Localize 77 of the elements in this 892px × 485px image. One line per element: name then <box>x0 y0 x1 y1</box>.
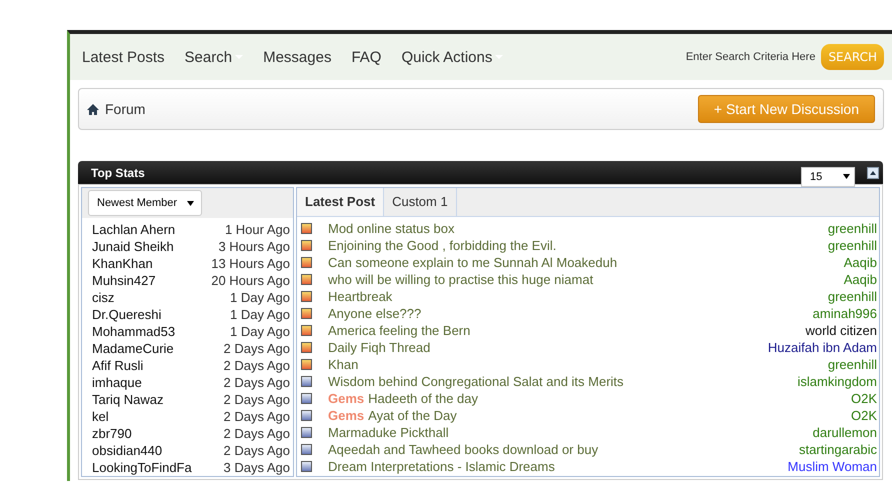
join-time: 2 Days Ago <box>224 340 290 357</box>
join-time: 1 Day Ago <box>230 323 290 340</box>
member-name[interactable]: Junaid Sheikh <box>92 238 174 255</box>
member-name[interactable]: cisz <box>92 289 114 306</box>
join-time: 1 Hour Ago <box>224 221 290 238</box>
thread-title[interactable]: Aqeedah and Tawheed books download or buy <box>328 442 799 457</box>
join-time: 3 Hours Ago <box>218 238 290 255</box>
thread-title[interactable]: Khan <box>328 357 828 372</box>
thread-title[interactable]: America feeling the Bern <box>328 323 806 338</box>
thread-title[interactable]: Wisdom behind Congregational Salat and its Merits <box>328 374 798 389</box>
member-name[interactable]: Mohammad53 <box>92 323 176 340</box>
author-name[interactable]: aminah996 <box>812 306 877 321</box>
thread-title[interactable]: Enjoining the Good , forbidding the Evil. <box>328 238 828 253</box>
join-time: 2 Days Ago <box>224 357 290 374</box>
nav-link[interactable]: Messages <box>263 48 332 66</box>
thread-title[interactable]: Gems Ayat of the Day <box>328 408 851 423</box>
author-name[interactable]: Huzaifah ibn Adam <box>768 340 877 355</box>
author-name[interactable]: islamkingdom <box>798 374 877 389</box>
member-name[interactable]: KhanKhan <box>92 255 153 272</box>
member-name[interactable]: zbr790 <box>92 425 132 442</box>
member-name[interactable]: MadameCurie <box>92 340 174 357</box>
join-time: 1 Day Ago <box>230 306 290 323</box>
thread-title[interactable]: Dream Interpretations - Islamic Dreams <box>328 459 788 474</box>
author-name[interactable]: greenhill <box>828 238 877 253</box>
join-time: 2 Days Ago <box>224 408 290 425</box>
thread-title[interactable]: who will be willing to practise this huge niamat <box>328 272 844 287</box>
thread-title[interactable]: Daily Fiqh Thread <box>328 340 768 355</box>
author-name[interactable]: O2K <box>850 391 877 406</box>
author-name[interactable]: Aaqib <box>844 255 877 270</box>
author-name[interactable]: startingarabic <box>798 442 877 457</box>
tab[interactable]: Latest Post <box>297 188 384 216</box>
join-time: 13 Hours Ago <box>211 255 290 272</box>
author-name[interactable]: darullemon <box>812 425 877 440</box>
panel-title: Top Stats <box>91 166 146 180</box>
nav-link[interactable]: Latest Posts <box>82 48 165 66</box>
join-time: 1 Day Ago <box>230 289 290 306</box>
member-name[interactable]: Muhsin427 <box>92 272 156 289</box>
join-time: 2 Days Ago <box>224 442 290 459</box>
member-select[interactable]: Newest Member <box>88 190 202 216</box>
home-icon[interactable] <box>87 104 99 114</box>
member-name[interactable]: Afif Rusli <box>92 357 144 374</box>
join-time: 3 Days Ago <box>224 459 290 476</box>
author-name[interactable]: greenhill <box>828 221 877 236</box>
collapse-button[interactable] <box>867 166 879 178</box>
author-name[interactable]: greenhill <box>828 289 877 304</box>
nav-link[interactable]: FAQ <box>351 48 382 66</box>
thread-title[interactable]: Anyone else??? <box>328 306 813 321</box>
member-name[interactable]: Tariq Nawaz <box>92 391 164 408</box>
join-time: 2 Days Ago <box>224 391 290 408</box>
nav-link[interactable]: Quick Actions <box>401 48 504 66</box>
author-name[interactable]: greenhill <box>828 357 877 372</box>
thread-title[interactable]: Mod online status box <box>328 221 828 236</box>
member-name[interactable]: Dr.Quereshi <box>92 306 162 323</box>
caret-up-icon <box>870 170 876 174</box>
breadcrumb-link[interactable]: Forum <box>105 101 698 117</box>
author-name[interactable]: world citizen <box>805 323 877 338</box>
author-name[interactable]: O2K <box>850 408 877 423</box>
member-name[interactable]: obsidian440 <box>92 442 162 459</box>
thread-title[interactable]: Gems Hadeeth of the day <box>328 391 851 406</box>
search-hint: Enter Search Criteria Here <box>686 51 816 63</box>
author-name[interactable]: Muslim Woman <box>788 459 877 474</box>
caret-down-icon <box>843 174 850 179</box>
thread-title[interactable]: Heartbreak <box>328 289 828 304</box>
join-time: 2 Days Ago <box>224 425 290 442</box>
tab[interactable]: Custom 1 <box>384 188 457 216</box>
member-name[interactable]: Lachlan Ahern <box>92 221 176 238</box>
thread-title[interactable]: Marmaduke Pickthall <box>328 425 813 440</box>
member-name[interactable]: LookingToFindFa <box>92 459 192 476</box>
member-name[interactable]: imhaque <box>92 374 142 391</box>
count-select[interactable]: 15 <box>801 166 855 186</box>
join-time: 2 Days Ago <box>224 374 290 391</box>
nav-link[interactable]: Search <box>184 48 244 66</box>
caret-down-icon <box>187 200 194 206</box>
thread-title[interactable]: Can someone explain to me Sunnah Al Moakeduh <box>328 255 844 270</box>
join-time: 20 Hours Ago <box>211 272 290 289</box>
member-name[interactable]: kel <box>92 408 109 425</box>
author-name[interactable]: Aaqib <box>844 272 877 287</box>
